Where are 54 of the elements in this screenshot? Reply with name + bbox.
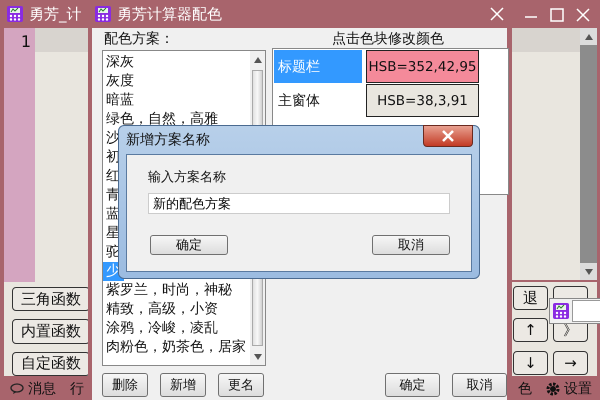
status-item[interactable]: 行 <box>70 380 84 398</box>
dialog-button[interactable]: 更名 <box>218 373 264 397</box>
dialog-title: 新增方案名称 <box>126 131 210 150</box>
dialog-title: 勇芳计算器配色 <box>117 4 222 24</box>
scheme-item[interactable]: 紫罗兰，时尚，神秘 <box>103 281 236 300</box>
close-button[interactable] <box>423 125 473 147</box>
scroll-down-icon[interactable] <box>254 354 262 360</box>
status-item[interactable]: 消息 <box>10 380 56 398</box>
dialog-button[interactable]: 确定 <box>385 373 440 397</box>
prompt-label: 输入方案名称 <box>148 169 226 186</box>
key-button[interactable]: 退 <box>513 286 548 310</box>
dialog-button[interactable]: 取消 <box>452 373 507 397</box>
color-swatch[interactable]: HSB=352,42,95 <box>366 50 479 83</box>
scheme-item[interactable]: 深灰 <box>103 53 138 72</box>
app-icon <box>94 5 112 23</box>
current-line-highlight <box>35 28 88 52</box>
scroll-down-icon[interactable] <box>584 268 592 274</box>
line-number: 1 <box>20 32 31 51</box>
status-item[interactable]: 设置 <box>546 380 592 398</box>
scheme-item[interactable]: 暗蓝 <box>103 91 138 110</box>
scheme-item[interactable]: 涂鸦，冷峻，凌乱 <box>103 319 222 338</box>
scheme-item[interactable]: 绿色，自然，高雅 <box>103 110 222 129</box>
scheme-item[interactable]: 肉粉色，奶茶色，居家 <box>103 338 250 357</box>
name-input[interactable]: 新的配色方案 <box>148 193 450 214</box>
scrollbar[interactable] <box>580 28 597 280</box>
ok-button[interactable]: 确定 <box>150 235 228 255</box>
schemes-label: 配色方案： <box>104 30 174 48</box>
cancel-button[interactable]: 取消 <box>372 235 450 255</box>
dialog-button[interactable]: 删除 <box>102 373 148 397</box>
function-button[interactable]: 内置函数 <box>12 319 90 344</box>
chat-icon <box>10 382 24 394</box>
key-button[interactable]: → <box>553 350 588 375</box>
scheme-item[interactable]: 灰度 <box>103 72 138 91</box>
close-icon[interactable] <box>441 130 455 142</box>
popup-field[interactable] <box>572 300 600 322</box>
current-line-highlight <box>512 28 580 52</box>
scroll-up-icon[interactable] <box>584 34 592 40</box>
scheme-item[interactable]: 精致，高级，小资 <box>103 300 222 319</box>
app-icon <box>6 5 24 23</box>
status-item[interactable]: 色 <box>518 380 532 398</box>
close-icon[interactable] <box>576 8 590 22</box>
scroll-up-icon[interactable] <box>254 56 262 62</box>
key-button[interactable]: ↓ <box>513 350 548 375</box>
editor-heading: 点击色块修改颜色 <box>332 30 444 48</box>
window-title: 勇芳_计 <box>29 4 82 24</box>
close-icon[interactable] <box>490 7 504 21</box>
function-button[interactable]: 自定函数 <box>12 352 90 376</box>
color-swatch[interactable]: HSB=38,3,91 <box>366 84 479 117</box>
key-button[interactable]: ↑ <box>513 318 548 342</box>
function-button[interactable]: 三角函数 <box>12 287 90 312</box>
dialog-button[interactable]: 新增 <box>160 373 206 397</box>
settings-icon <box>546 382 560 396</box>
app-icon <box>552 302 570 320</box>
maximize-icon[interactable] <box>550 8 564 22</box>
